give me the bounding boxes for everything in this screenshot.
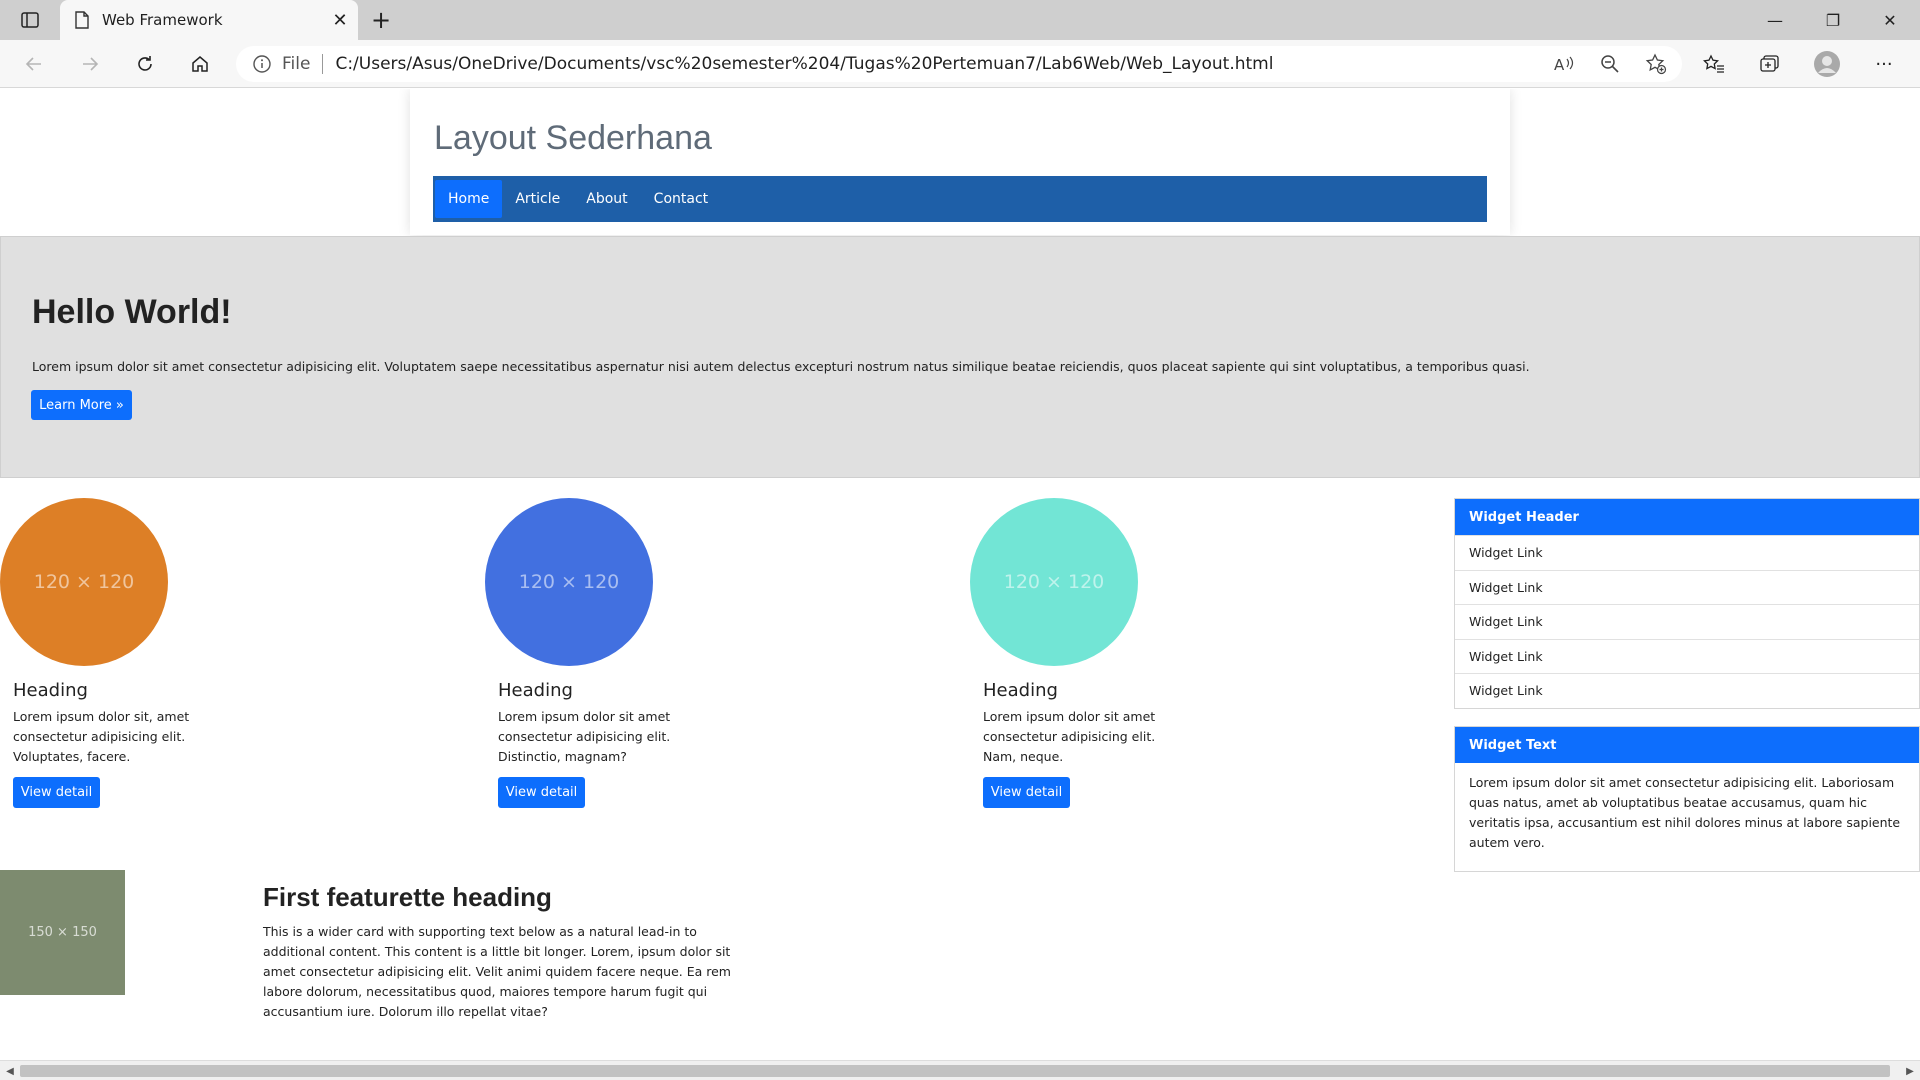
widget-link[interactable]: Widget Link [1455, 673, 1919, 708]
scroll-left-icon[interactable]: ◀ [2, 1063, 18, 1079]
collections-icon[interactable] [1752, 48, 1788, 80]
feature-column: 120 × 120 Heading Lorem ipsum dolor sit … [970, 498, 1270, 808]
horizontal-scrollbar[interactable]: ◀ ▶ [0, 1060, 1920, 1080]
read-aloud-icon[interactable]: A [1548, 48, 1580, 80]
back-icon[interactable] [16, 48, 52, 80]
sidebar-toggle-icon[interactable] [12, 6, 48, 34]
zoom-out-icon[interactable] [1594, 48, 1626, 80]
nav-contact[interactable]: Contact [641, 180, 721, 218]
more-icon[interactable]: ··· [1866, 48, 1902, 80]
hero-jumbotron: Hello World! Lorem ipsum dolor sit amet … [0, 236, 1920, 478]
widget-header: Widget Header [1455, 499, 1919, 535]
scroll-right-icon[interactable]: ▶ [1902, 1063, 1918, 1079]
tab-close-button[interactable]: ✕ [326, 6, 354, 34]
view-detail-button[interactable]: View detail [498, 777, 585, 808]
column-text: Lorem ipsum dolor sit amet consectetur a… [498, 709, 671, 764]
column-text: Lorem ipsum dolor sit, amet consectetur … [13, 709, 190, 764]
featurette-text: This is a wider card with supporting tex… [263, 924, 731, 1019]
favorites-icon[interactable] [1696, 48, 1732, 80]
browser-toolbar: File C:/Users/Asus/OneDrive/Documents/vs… [0, 40, 1920, 88]
info-icon[interactable] [252, 54, 272, 74]
tab-title: Web Framework [102, 11, 223, 29]
page-viewport: Layout Sederhana Home Article About Cont… [0, 89, 1920, 1058]
column-heading: Heading [498, 680, 573, 701]
document-icon [75, 11, 89, 29]
featurette-heading: First featurette heading [263, 882, 552, 912]
widget-text-body: Lorem ipsum dolor sit amet consectetur a… [1469, 775, 1901, 850]
circle-image-placeholder: 120 × 120 [485, 498, 653, 666]
featurette-image-placeholder: 150 × 150 [0, 870, 125, 995]
widget-link[interactable]: Widget Link [1455, 604, 1919, 639]
feature-column: 120 × 120 Heading Lorem ipsum dolor sit … [485, 498, 785, 808]
widget-links: Widget Header Widget Link Widget Link Wi… [1454, 498, 1920, 709]
view-detail-button[interactable]: View detail [13, 777, 100, 808]
feature-column: 120 × 120 Heading Lorem ipsum dolor sit,… [0, 498, 300, 808]
home-icon[interactable] [182, 48, 218, 80]
forward-icon[interactable] [72, 48, 108, 80]
new-tab-button[interactable]: + [365, 4, 397, 36]
circle-image-placeholder: 120 × 120 [0, 498, 168, 666]
url-text[interactable]: C:/Users/Asus/OneDrive/Documents/vsc%20s… [335, 54, 1273, 74]
file-label: File [282, 54, 311, 74]
widget-text-header: Widget Text [1455, 727, 1919, 763]
widget-link[interactable]: Widget Link [1455, 535, 1919, 570]
main-navbar: Home Article About Contact [433, 176, 1487, 222]
site-header: Layout Sederhana Home Article About Cont… [410, 89, 1510, 235]
nav-home[interactable]: Home [435, 180, 503, 218]
minimize-button[interactable]: — [1747, 0, 1803, 40]
scrollbar-thumb[interactable] [20, 1065, 1890, 1077]
nav-article[interactable]: Article [502, 180, 573, 218]
nav-about[interactable]: About [573, 180, 640, 218]
add-favorite-icon[interactable] [1640, 48, 1672, 80]
profile-icon[interactable] [1809, 48, 1845, 80]
browser-tab[interactable]: Web Framework ✕ [60, 0, 358, 40]
widget-link[interactable]: Widget Link [1455, 638, 1919, 674]
site-title: Layout Sederhana [434, 119, 712, 157]
learn-more-button[interactable]: Learn More » [31, 390, 132, 420]
column-text: Lorem ipsum dolor sit amet consectetur a… [983, 709, 1156, 764]
address-bar[interactable]: File C:/Users/Asus/OneDrive/Documents/vs… [236, 46, 1682, 82]
widget-text-box: Widget Text Lorem ipsum dolor sit amet c… [1454, 726, 1920, 872]
hero-text: Lorem ipsum dolor sit amet consectetur a… [32, 359, 1530, 374]
column-heading: Heading [13, 680, 88, 701]
column-heading: Heading [983, 680, 1058, 701]
widget-link[interactable]: Widget Link [1455, 569, 1919, 605]
view-detail-button[interactable]: View detail [983, 777, 1070, 808]
refresh-icon[interactable] [127, 48, 163, 80]
restore-button[interactable]: ❐ [1805, 0, 1861, 40]
svg-text:A: A [1554, 56, 1565, 74]
close-window-button[interactable]: ✕ [1862, 0, 1918, 40]
browser-tab-bar: Web Framework ✕ + — ❐ ✕ [0, 0, 1920, 40]
hero-heading: Hello World! [32, 293, 232, 331]
divider [322, 54, 324, 74]
circle-image-placeholder: 120 × 120 [970, 498, 1138, 666]
